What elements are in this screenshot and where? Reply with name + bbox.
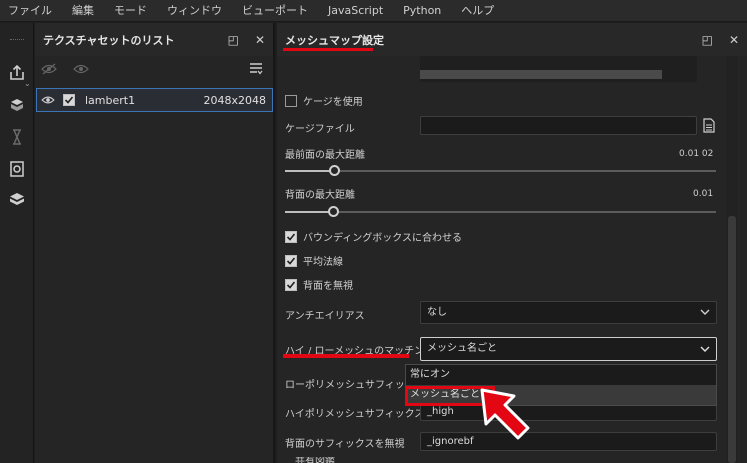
chevron-down-icon	[700, 309, 710, 315]
use-cage-checkbox[interactable]	[285, 94, 297, 107]
high-suffix-label: ハイポリメッシュサフィックス	[285, 409, 425, 420]
matching-label-highlight	[283, 354, 409, 358]
antialias-label: アンチエイリアス	[285, 311, 365, 322]
chevron-down-icon	[700, 346, 710, 352]
ignore-suffix-input[interactable]: _ignorebf	[420, 432, 717, 451]
menu-javascript[interactable]: JavaScript	[318, 0, 393, 22]
preview-bar	[420, 70, 662, 79]
document-search-icon[interactable]	[7, 159, 27, 179]
texture-set-name: lambert1	[85, 93, 136, 107]
texture-set-checkbox[interactable]	[63, 94, 75, 106]
maximize-icon[interactable]: ◰	[702, 33, 713, 47]
high-suffix-value: _high	[427, 406, 454, 417]
front-distance-slider-knob[interactable]	[329, 165, 340, 176]
avg-normals-row[interactable]: 平均法線	[285, 253, 343, 268]
menu-python[interactable]: Python	[393, 0, 451, 22]
bake-icon[interactable]	[7, 95, 27, 115]
matching-value: メッシュ名ごと	[427, 343, 497, 354]
front-distance-value: 0.01 02	[679, 149, 714, 159]
texture-set-panel: テクスチャセットのリスト ◰ ✕ lambert1 2048x2048	[35, 23, 275, 463]
visibility-eye-icon[interactable]	[41, 95, 55, 105]
bbox-row[interactable]: バウンディングボックスに合わせる	[285, 229, 462, 244]
next-section-label: 共有図鑑	[295, 457, 335, 463]
use-cage-row[interactable]: ケージを使用	[285, 93, 363, 108]
ignore-back-row[interactable]: 背面を無視	[285, 277, 353, 292]
chevron-down-icon[interactable]: ⌄	[24, 79, 31, 88]
texture-set-row[interactable]: lambert1 2048x2048	[36, 88, 273, 112]
texture-panel-header: テクスチャセットのリスト ◰ ✕	[35, 23, 273, 56]
antialias-select[interactable]: なし	[420, 301, 717, 324]
scrollbar[interactable]	[726, 56, 738, 463]
eye-hidden-icon[interactable]	[41, 63, 57, 75]
front-distance-label: 最前面の最大距離	[285, 150, 365, 161]
use-cage-label: ケージを使用	[303, 97, 363, 108]
mesh-panel-title: メッシュマップ設定	[285, 33, 384, 47]
scrollbar-thumb[interactable]	[728, 216, 736, 463]
maximize-icon[interactable]: ◰	[228, 33, 239, 47]
eye-icon[interactable]	[73, 63, 89, 75]
box-icon[interactable]	[7, 189, 27, 209]
preview-field	[420, 56, 697, 82]
back-distance-label: 背面の最大距離	[285, 190, 355, 201]
menu-file[interactable]: ファイル	[0, 0, 62, 22]
back-distance-slider-fill	[285, 211, 331, 213]
left-toolbar: ⌄	[0, 23, 34, 463]
menu-viewport[interactable]: ビューポート	[232, 0, 318, 22]
title-highlight-underline	[283, 48, 373, 51]
ignore-suffix-value: _ignorebf	[427, 436, 474, 447]
menu-window[interactable]: ウィンドウ	[157, 0, 232, 22]
close-icon[interactable]: ✕	[729, 33, 739, 47]
close-icon[interactable]: ✕	[255, 33, 265, 47]
menu-bar: ファイル 編集 モード ウィンドウ ビューポート JavaScript Pyth…	[0, 0, 747, 22]
list-options-icon[interactable]	[249, 61, 263, 75]
texture-panel-title: テクスチャセットのリスト	[43, 33, 175, 47]
menu-edit[interactable]: 編集	[62, 0, 104, 22]
front-distance-slider-track[interactable]	[285, 170, 716, 172]
file-icon[interactable]	[703, 118, 715, 133]
back-distance-slider-track[interactable]	[285, 211, 716, 213]
grip-icon	[10, 39, 24, 41]
avg-normals-label: 平均法線	[303, 257, 343, 268]
low-suffix-label: ローポリメッシュサフィックス	[285, 380, 425, 391]
antialias-value: なし	[427, 307, 447, 318]
menu-mode[interactable]: モード	[104, 0, 157, 22]
back-distance-value: 0.01	[693, 189, 714, 199]
mesh-panel-header: メッシュマップ設定 ◰ ✕	[277, 23, 747, 56]
bbox-checkbox[interactable]	[285, 230, 297, 243]
ignore-back-checkbox[interactable]	[285, 278, 297, 291]
texture-set-resolution: 2048x2048	[203, 93, 267, 107]
matching-select[interactable]: メッシュ名ごと	[420, 337, 717, 361]
cage-file-label: ケージファイル	[285, 124, 355, 135]
front-distance-slider-fill	[285, 170, 331, 172]
cage-file-input[interactable]	[420, 116, 697, 135]
back-distance-slider-knob[interactable]	[328, 206, 339, 217]
texture-panel-toolbar	[35, 56, 273, 82]
hourglass-icon[interactable]	[7, 127, 27, 147]
menu-help[interactable]: ヘルプ	[451, 0, 504, 22]
bbox-label: バウンディングボックスに合わせる	[303, 233, 462, 244]
ignore-back-label: 背面を無視	[303, 281, 353, 292]
dropdown-option-always-on[interactable]: 常にオン	[406, 365, 716, 385]
pointer-arrow-icon	[480, 388, 530, 440]
ignore-suffix-label: 背面のサフィックスを無視	[285, 439, 405, 450]
avg-normals-checkbox[interactable]	[285, 254, 297, 267]
